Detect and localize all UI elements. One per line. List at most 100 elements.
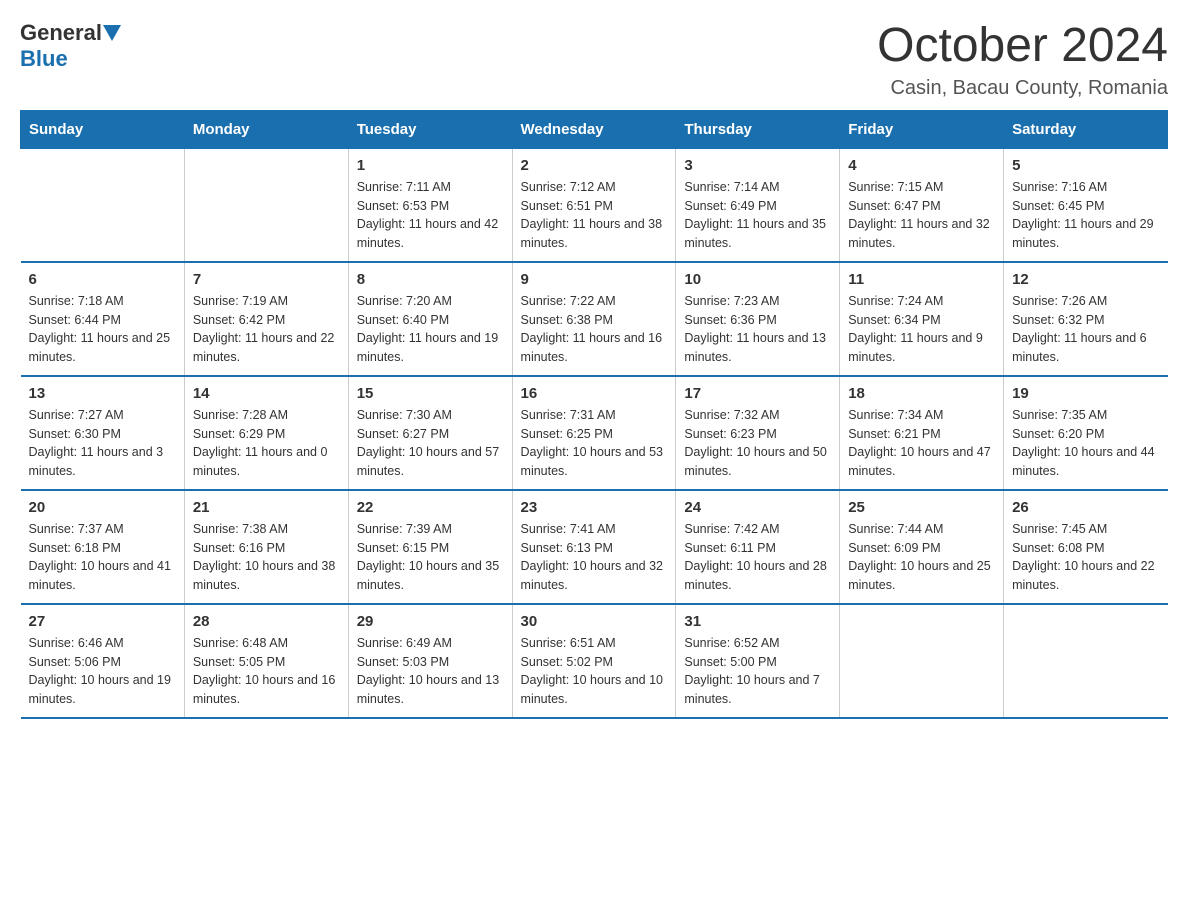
day-number: 31 (684, 613, 831, 630)
calendar-cell-w2-d3: 8 Sunrise: 7:20 AMSunset: 6:40 PMDaylight… (348, 262, 512, 376)
day-number: 2 (521, 157, 668, 174)
header-wednesday: Wednesday (512, 110, 676, 148)
header-tuesday: Tuesday (348, 110, 512, 148)
page-header: General Blue October 2024 Casin, Bacau C… (20, 20, 1168, 100)
calendar-cell-w1-d5: 3Sunrise: 7:14 AMSunset: 6:49 PMDaylight… (676, 148, 840, 262)
day-number: 7 (193, 271, 340, 288)
calendar-cell-w5-d6 (840, 604, 1004, 718)
day-number: 10 (684, 271, 831, 288)
location-subtitle: Casin, Bacau County, Romania (877, 77, 1168, 100)
calendar-cell-w3-d1: 13 Sunrise: 7:27 AMSunset: 6:30 PMDayligh… (21, 376, 185, 490)
calendar-cell-w5-d1: 27 Sunrise: 6:46 AMSunset: 5:06 PMDayligh… (21, 604, 185, 718)
calendar-cell-w2-d4: 9Sunrise: 7:22 AMSunset: 6:38 PMDaylight… (512, 262, 676, 376)
logo: General Blue (20, 20, 121, 72)
header-thursday: Thursday (676, 110, 840, 148)
title-section: October 2024 Casin, Bacau County, Romani… (877, 20, 1168, 100)
day-number: 20 (29, 499, 176, 516)
day-info: Sunrise: 7:23 AMSunset: 6:36 PMDaylight:… (684, 292, 831, 367)
day-number: 8 (357, 271, 504, 288)
calendar-cell-w2-d5: 10 Sunrise: 7:23 AMSunset: 6:36 PMDayligh… (676, 262, 840, 376)
calendar-header-row: Sunday Monday Tuesday Wednesday Thursday… (21, 110, 1168, 148)
day-number: 12 (1012, 271, 1159, 288)
day-number: 4 (848, 157, 995, 174)
calendar-week-2: 6Sunrise: 7:18 AMSunset: 6:44 PMDaylight… (21, 262, 1168, 376)
day-number: 19 (1012, 385, 1159, 402)
day-number: 18 (848, 385, 995, 402)
day-info: Sunrise: 7:26 AMSunset: 6:32 PMDaylight:… (1012, 292, 1159, 367)
calendar-week-5: 27 Sunrise: 6:46 AMSunset: 5:06 PMDayligh… (21, 604, 1168, 718)
calendar-cell-w2-d7: 12 Sunrise: 7:26 AMSunset: 6:32 PMDayligh… (1004, 262, 1168, 376)
header-friday: Friday (840, 110, 1004, 148)
day-info: Sunrise: 7:45 AMSunset: 6:08 PMDaylight:… (1012, 520, 1159, 595)
calendar-cell-w1-d3: 1 Sunrise: 7:11 AMSunset: 6:53 PMDaylight… (348, 148, 512, 262)
day-number: 29 (357, 613, 504, 630)
day-number: 26 (1012, 499, 1159, 516)
day-info: Sunrise: 7:44 AMSunset: 6:09 PMDaylight:… (848, 520, 995, 595)
calendar-cell-w4-d5: 24 Sunrise: 7:42 AMSunset: 6:11 PMDayligh… (676, 490, 840, 604)
calendar-cell-w1-d2 (184, 148, 348, 262)
day-info: Sunrise: 6:49 AMSunset: 5:03 PMDaylight:… (357, 634, 504, 709)
day-info: Sunrise: 7:37 AMSunset: 6:18 PMDaylight:… (29, 520, 176, 595)
day-info: Sunrise: 7:11 AMSunset: 6:53 PMDaylight:… (357, 178, 504, 253)
day-number: 24 (684, 499, 831, 516)
calendar-cell-w5-d2: 28Sunrise: 6:48 AMSunset: 5:05 PMDayligh… (184, 604, 348, 718)
day-info: Sunrise: 7:20 AMSunset: 6:40 PMDaylight:… (357, 292, 504, 367)
day-info: Sunrise: 7:28 AMSunset: 6:29 PMDaylight:… (193, 406, 340, 481)
day-info: Sunrise: 7:42 AMSunset: 6:11 PMDaylight:… (684, 520, 831, 595)
calendar-cell-w1-d4: 2 Sunrise: 7:12 AMSunset: 6:51 PMDaylight… (512, 148, 676, 262)
day-info: Sunrise: 7:12 AMSunset: 6:51 PMDaylight:… (521, 178, 668, 253)
calendar-cell-w5-d4: 30 Sunrise: 6:51 AMSunset: 5:02 PMDayligh… (512, 604, 676, 718)
calendar-table: Sunday Monday Tuesday Wednesday Thursday… (20, 110, 1168, 719)
day-info: Sunrise: 7:39 AMSunset: 6:15 PMDaylight:… (357, 520, 504, 595)
day-number: 16 (521, 385, 668, 402)
day-info: Sunrise: 7:35 AMSunset: 6:20 PMDaylight:… (1012, 406, 1159, 481)
day-info: Sunrise: 7:15 AMSunset: 6:47 PMDaylight:… (848, 178, 995, 253)
day-info: Sunrise: 7:34 AMSunset: 6:21 PMDaylight:… (848, 406, 995, 481)
calendar-week-3: 13 Sunrise: 7:27 AMSunset: 6:30 PMDayligh… (21, 376, 1168, 490)
day-number: 17 (684, 385, 831, 402)
day-info: Sunrise: 6:46 AMSunset: 5:06 PMDaylight:… (29, 634, 176, 709)
day-number: 11 (848, 271, 995, 288)
day-info: Sunrise: 6:48 AMSunset: 5:05 PMDaylight:… (193, 634, 340, 709)
day-number: 21 (193, 499, 340, 516)
day-number: 13 (29, 385, 176, 402)
calendar-cell-w3-d6: 18 Sunrise: 7:34 AMSunset: 6:21 PMDayligh… (840, 376, 1004, 490)
day-number: 14 (193, 385, 340, 402)
calendar-cell-w3-d4: 16Sunrise: 7:31 AMSunset: 6:25 PMDayligh… (512, 376, 676, 490)
calendar-cell-w5-d7 (1004, 604, 1168, 718)
header-saturday: Saturday (1004, 110, 1168, 148)
day-info: Sunrise: 7:27 AMSunset: 6:30 PMDaylight:… (29, 406, 176, 481)
day-info: Sunrise: 7:19 AMSunset: 6:42 PMDaylight:… (193, 292, 340, 367)
day-info: Sunrise: 7:30 AMSunset: 6:27 PMDaylight:… (357, 406, 504, 481)
calendar-cell-w2-d6: 11Sunrise: 7:24 AMSunset: 6:34 PMDayligh… (840, 262, 1004, 376)
calendar-cell-w2-d2: 7 Sunrise: 7:19 AMSunset: 6:42 PMDaylight… (184, 262, 348, 376)
header-sunday: Sunday (21, 110, 185, 148)
calendar-cell-w1-d6: 4 Sunrise: 7:15 AMSunset: 6:47 PMDaylight… (840, 148, 1004, 262)
calendar-cell-w5-d5: 31Sunrise: 6:52 AMSunset: 5:00 PMDayligh… (676, 604, 840, 718)
calendar-cell-w4-d1: 20 Sunrise: 7:37 AMSunset: 6:18 PMDayligh… (21, 490, 185, 604)
calendar-cell-w4-d4: 23 Sunrise: 7:41 AMSunset: 6:13 PMDayligh… (512, 490, 676, 604)
day-number: 3 (684, 157, 831, 174)
day-number: 1 (357, 157, 504, 174)
calendar-cell-w4-d3: 22 Sunrise: 7:39 AMSunset: 6:15 PMDayligh… (348, 490, 512, 604)
calendar-cell-w1-d7: 5Sunrise: 7:16 AMSunset: 6:45 PMDaylight… (1004, 148, 1168, 262)
calendar-cell-w2-d1: 6Sunrise: 7:18 AMSunset: 6:44 PMDaylight… (21, 262, 185, 376)
day-number: 23 (521, 499, 668, 516)
day-number: 6 (29, 271, 176, 288)
header-monday: Monday (184, 110, 348, 148)
month-year-title: October 2024 (877, 20, 1168, 73)
calendar-cell-w3-d2: 14 Sunrise: 7:28 AMSunset: 6:29 PMDayligh… (184, 376, 348, 490)
day-number: 22 (357, 499, 504, 516)
day-number: 25 (848, 499, 995, 516)
calendar-cell-w4-d7: 26 Sunrise: 7:45 AMSunset: 6:08 PMDayligh… (1004, 490, 1168, 604)
calendar-cell-w1-d1 (21, 148, 185, 262)
day-info: Sunrise: 7:32 AMSunset: 6:23 PMDaylight:… (684, 406, 831, 481)
day-info: Sunrise: 6:51 AMSunset: 5:02 PMDaylight:… (521, 634, 668, 709)
day-number: 30 (521, 613, 668, 630)
day-number: 5 (1012, 157, 1159, 174)
calendar-cell-w4-d6: 25 Sunrise: 7:44 AMSunset: 6:09 PMDayligh… (840, 490, 1004, 604)
day-info: Sunrise: 7:41 AMSunset: 6:13 PMDaylight:… (521, 520, 668, 595)
day-info: Sunrise: 7:38 AMSunset: 6:16 PMDaylight:… (193, 520, 340, 595)
logo-general: General (20, 20, 102, 46)
day-number: 27 (29, 613, 176, 630)
